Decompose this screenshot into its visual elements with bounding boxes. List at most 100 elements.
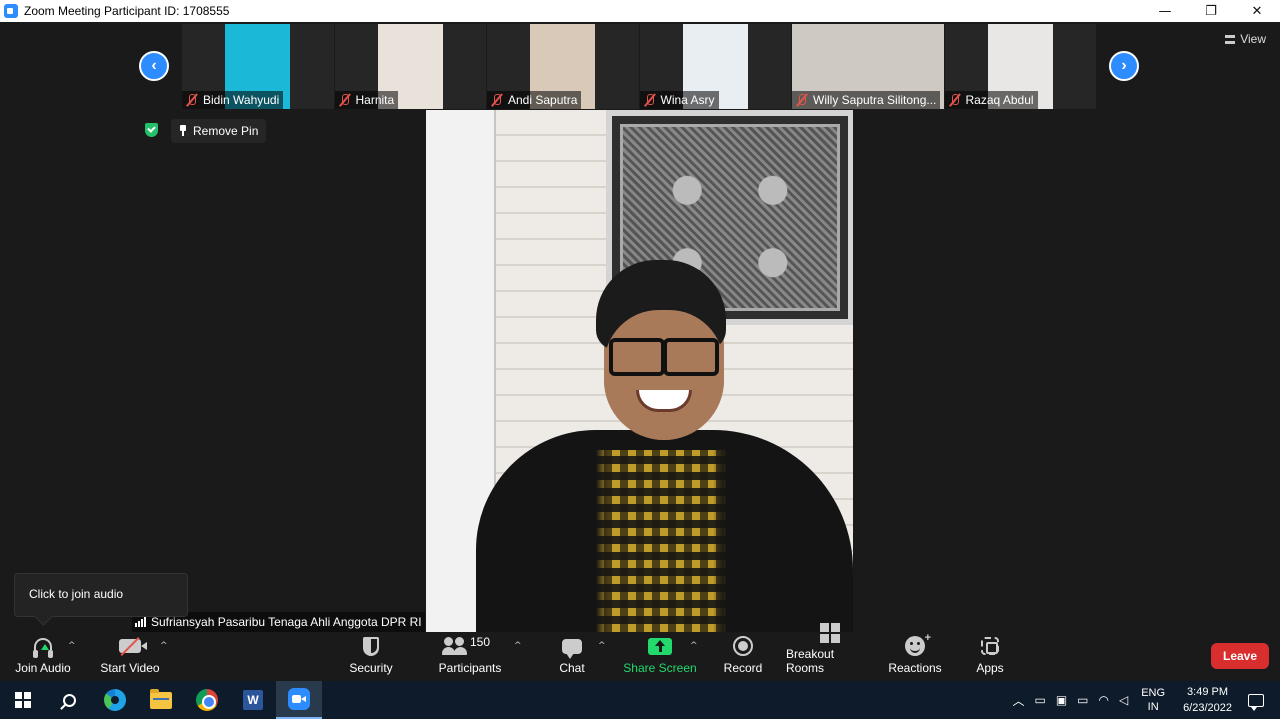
encryption-shield-icon[interactable] (145, 123, 158, 137)
apps-button[interactable]: Apps (970, 632, 1010, 681)
participant-thumbnail[interactable]: Andi Saputra (487, 24, 640, 109)
security-button[interactable]: Security (340, 632, 402, 681)
join-audio-tooltip: Click to join audio (14, 573, 188, 617)
edge-browser-icon (104, 689, 126, 711)
notifications-icon[interactable] (1248, 693, 1264, 711)
language-indicator[interactable]: ENG IN (1141, 686, 1165, 714)
participant-nameplate: Wina Asry (639, 91, 719, 109)
participant-nameplate: Andi Saputra (487, 91, 582, 109)
smiley-icon: + (905, 632, 931, 656)
folder-icon (150, 688, 172, 709)
participant-name: Bidin Wahyudi (203, 93, 280, 107)
participant-nameplate: Razaq Abdul (944, 91, 1038, 109)
shield-icon (363, 636, 379, 656)
taskbar-clock[interactable]: 3:49 PM 6/23/2022 (1183, 684, 1232, 716)
video-options-caret[interactable]: ^ (160, 641, 168, 651)
participant-thumbnail-strip: Bidin Wahyudi Harnita Andi Saputra Wina … (182, 24, 1097, 109)
participant-nameplate: Willy Saputra Silitong... (792, 91, 941, 109)
taskbar-word[interactable]: W (230, 681, 276, 719)
main-speaker-video (426, 110, 853, 632)
next-page-button[interactable]: › (1109, 51, 1139, 81)
chat-bubble-icon (562, 638, 582, 659)
security-label: Security (349, 661, 393, 675)
share-options-caret[interactable]: ^ (690, 641, 698, 651)
share-screen-button[interactable]: Share Screen (622, 632, 698, 681)
arrow-up-icon (41, 644, 49, 650)
restore-button[interactable]: ❐ (1188, 0, 1234, 22)
record-button[interactable]: Record (720, 632, 766, 681)
window-title: Zoom Meeting Participant ID: 1708555 (24, 4, 230, 18)
participant-name: Harnita (355, 93, 395, 107)
taskbar-chrome[interactable] (184, 681, 230, 719)
people-icon (442, 637, 468, 655)
meeting-stage: ‹ › Bidin Wahyudi Harnita Andi Saputra W… (0, 22, 1280, 632)
view-grid-icon (1225, 34, 1236, 44)
video-off-icon (119, 639, 147, 653)
minimize-button[interactable]: — (1142, 0, 1188, 22)
start-button[interactable] (0, 681, 46, 719)
participants-label: Participants (438, 661, 502, 675)
chrome-icon (196, 689, 218, 711)
audio-options-caret[interactable]: ^ (68, 641, 76, 651)
participant-nameplate: Bidin Wahyudi (182, 91, 284, 109)
start-video-button[interactable]: Start Video (98, 632, 162, 681)
language-region: IN (1147, 701, 1159, 713)
participant-thumbnail[interactable]: Willy Saputra Silitong... (792, 24, 945, 109)
join-audio-button[interactable]: Join Audio (12, 632, 74, 681)
volume-icon[interactable]: ◁ (1119, 693, 1128, 707)
remove-pin-label: Remove Pin (193, 124, 259, 138)
mic-muted-icon (795, 93, 809, 107)
meeting-toolbar: Join Audio ^ Start Video ^ Security 150 … (0, 623, 1280, 681)
chat-button[interactable]: Chat (552, 632, 592, 681)
participant-thumbnail[interactable]: Harnita (334, 24, 487, 109)
chat-options-caret[interactable]: ^ (598, 641, 606, 651)
join-audio-label: Join Audio (15, 661, 71, 675)
leave-button[interactable]: Leave (1211, 643, 1269, 669)
word-icon: W (243, 690, 263, 710)
capture-icon[interactable]: ▣ (1056, 693, 1067, 707)
zoom-icon (288, 688, 310, 710)
taskbar-edge[interactable] (92, 681, 138, 719)
view-button[interactable]: View (1225, 32, 1266, 46)
prev-page-button[interactable]: ‹ (139, 51, 169, 81)
mic-muted-icon (185, 93, 199, 107)
wifi-icon[interactable]: ◠ (1099, 693, 1109, 707)
remove-pin-button[interactable]: Remove Pin (171, 119, 267, 143)
participants-options-caret[interactable]: ^ (514, 641, 522, 651)
language-code: ENG (1141, 687, 1166, 699)
windows-taskbar: W ︿ ▭ ▣ ▭ ◠ ◁ ENG IN 3:49 PM 6/23/2022 (0, 681, 1280, 719)
plus-icon: + (924, 632, 931, 644)
view-label: View (1240, 32, 1266, 46)
tooltip-text: Click to join audio (29, 587, 124, 601)
taskbar-zoom[interactable] (276, 681, 322, 719)
windows-logo-icon (15, 692, 31, 708)
close-button[interactable]: ✕ (1234, 0, 1280, 22)
participant-thumbnail[interactable]: Bidin Wahyudi (182, 24, 335, 109)
system-tray: ︿ ▭ ▣ ▭ ◠ ◁ ENG IN 3:49 PM 6/23/2022 (1007, 681, 1280, 719)
participant-name: Wina Asry (660, 93, 715, 107)
apps-label: Apps (976, 661, 1004, 675)
participant-name: Willy Saputra Silitong... (813, 93, 937, 107)
pin-icon (179, 125, 187, 137)
speaker-figure (476, 260, 853, 632)
meet-now-icon[interactable]: ▭ (1034, 693, 1045, 707)
participant-thumbnail[interactable]: Wina Asry (639, 24, 792, 109)
participant-thumbnail[interactable]: Razaq Abdul (944, 24, 1097, 109)
record-label: Record (723, 661, 763, 675)
headphone-icon (33, 638, 53, 658)
clock-date: 6/23/2022 (1183, 702, 1232, 714)
reactions-button[interactable]: + Reactions (888, 632, 942, 681)
tray-overflow-chevron-icon[interactable]: ︿ (1012, 692, 1024, 709)
battery-icon[interactable]: ▭ (1077, 693, 1088, 707)
breakout-rooms-button[interactable]: Breakout Rooms (786, 623, 874, 681)
mic-muted-icon (338, 93, 352, 107)
search-icon (62, 693, 76, 707)
title-bar: Zoom Meeting Participant ID: 1708555 — ❐… (0, 0, 1280, 22)
reactions-label: Reactions (888, 661, 942, 675)
breakout-rooms-label: Breakout Rooms (786, 647, 835, 675)
search-button[interactable] (46, 681, 92, 719)
participants-button[interactable]: 150 Participants (436, 632, 504, 681)
clock-time: 3:49 PM (1187, 686, 1229, 698)
chevron-left-icon: ‹ (151, 57, 157, 74)
taskbar-file-explorer[interactable] (138, 681, 184, 719)
